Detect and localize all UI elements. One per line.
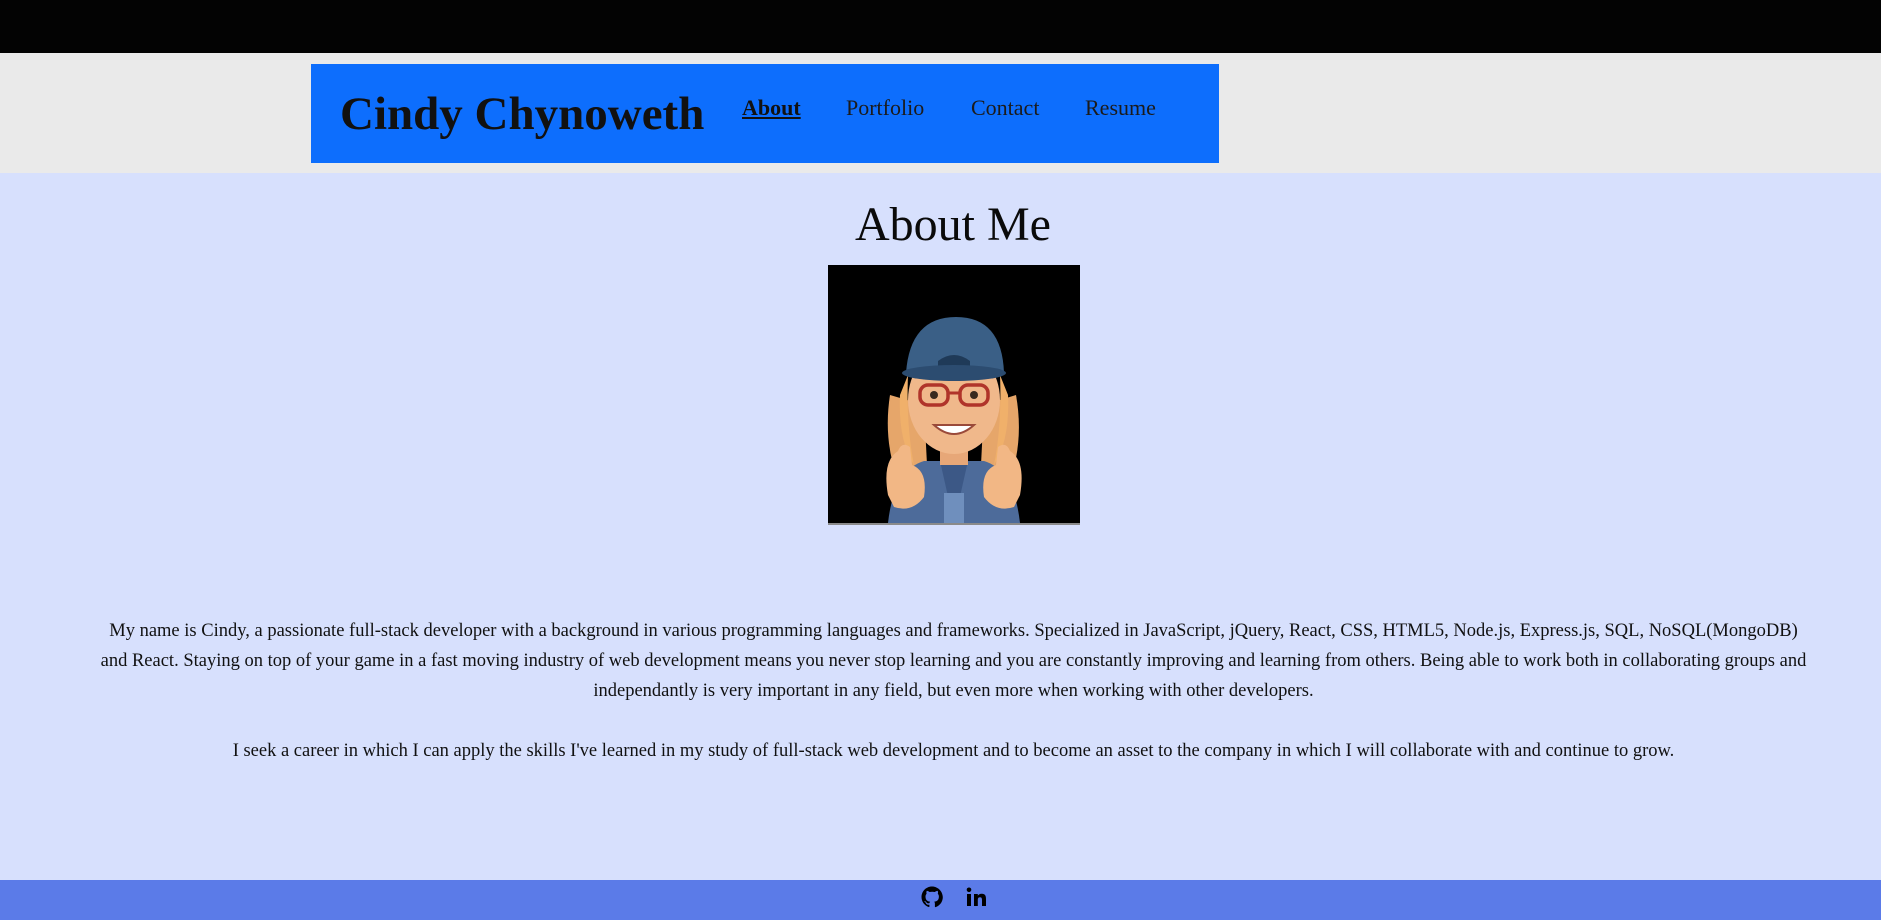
career-goal-paragraph: I seek a career in which I can apply the…	[232, 741, 1675, 761]
page-title: About Me	[855, 198, 1051, 251]
avatar	[828, 265, 1080, 525]
github-link[interactable]	[918, 883, 946, 911]
site-title: Cindy Chynoweth	[340, 88, 705, 140]
linkedin-icon	[966, 887, 986, 906]
about-bio-paragraph: My name is Cindy, a passionate full-stac…	[100, 621, 1807, 701]
avatar-illustration	[828, 265, 1080, 523]
linkedin-link[interactable]	[962, 883, 990, 911]
nav-link-contact[interactable]: Contact	[971, 94, 1039, 122]
top-bar	[0, 0, 1881, 53]
github-icon	[921, 886, 943, 908]
nav-link-portfolio[interactable]: Portfolio	[846, 94, 924, 122]
nav-link-about[interactable]: About	[742, 94, 801, 122]
nav-link-resume[interactable]: Resume	[1085, 94, 1156, 122]
